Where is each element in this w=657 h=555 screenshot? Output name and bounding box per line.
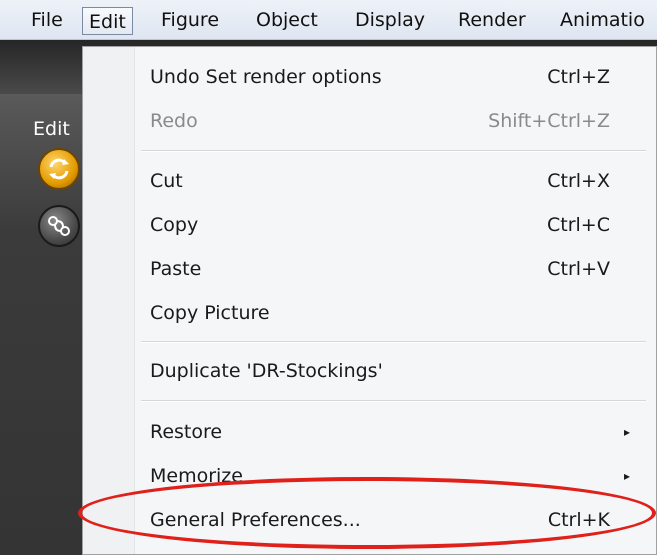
menu-item-label: General Preferences... <box>150 509 361 531</box>
menu-edit[interactable]: Edit <box>82 7 133 35</box>
menu-separator <box>141 150 646 152</box>
menu-item-cut[interactable]: Cut Ctrl+X <box>150 163 630 199</box>
panel-title: Edit <box>33 118 70 140</box>
menu-item-paste[interactable]: Paste Ctrl+V <box>150 251 630 287</box>
menu-item-label: Restore <box>150 421 223 443</box>
menu-separator <box>141 400 646 402</box>
menu-item-undo[interactable]: Undo Set render options Ctrl+Z <box>150 59 630 95</box>
menu-item-shortcut: Ctrl+K <box>547 509 610 531</box>
menu-item-duplicate[interactable]: Duplicate 'DR-Stockings' <box>150 353 630 389</box>
rotate-tool-icon[interactable] <box>38 148 80 190</box>
menu-figure[interactable]: Figure <box>161 8 219 32</box>
menu-item-general-preferences[interactable]: General Preferences... Ctrl+K <box>150 502 630 538</box>
menu-item-copy[interactable]: Copy Ctrl+C <box>150 207 630 243</box>
menu-render[interactable]: Render <box>458 8 526 32</box>
twist-tool-icon[interactable] <box>38 205 80 247</box>
edit-dropdown-menu: Undo Set render options Ctrl+Z Redo Shif… <box>82 46 657 555</box>
menu-animation[interactable]: Animatio <box>560 8 645 32</box>
menu-item-label: Cut <box>150 170 183 192</box>
menu-item-copy-picture[interactable]: Copy Picture <box>150 295 630 331</box>
chevron-right-icon: ▸ <box>623 425 630 439</box>
application-window: File Edit Figure Object Display Render A… <box>0 0 657 555</box>
menu-item-memorize[interactable]: Memorize ▸ <box>150 458 630 494</box>
menu-item-shortcut: Ctrl+Z <box>547 66 610 88</box>
menu-item-label: Copy <box>150 214 199 236</box>
menu-display[interactable]: Display <box>355 8 425 32</box>
menu-file[interactable]: File <box>31 8 63 32</box>
menu-item-label: Duplicate 'DR-Stockings' <box>150 360 383 382</box>
menu-object[interactable]: Object <box>256 8 318 32</box>
menu-item-label: Undo Set render options <box>150 66 382 88</box>
menu-item-shortcut: Ctrl+C <box>547 214 610 236</box>
menu-item-redo: Redo Shift+Ctrl+Z <box>150 103 630 139</box>
menu-icon-gutter <box>83 47 135 554</box>
menu-separator <box>141 341 646 343</box>
menu-bar: File Edit Figure Object Display Render A… <box>0 0 657 40</box>
menu-item-label: Redo <box>150 110 198 132</box>
menu-item-restore[interactable]: Restore ▸ <box>150 414 630 450</box>
menu-item-shortcut: Ctrl+V <box>547 258 610 280</box>
menu-item-label: Copy Picture <box>150 302 270 324</box>
menu-item-label: Paste <box>150 258 202 280</box>
menu-item-shortcut: Ctrl+X <box>547 170 610 192</box>
menu-item-label: Memorize <box>150 465 243 487</box>
chevron-right-icon: ▸ <box>623 469 630 483</box>
menu-item-shortcut: Shift+Ctrl+Z <box>488 110 610 132</box>
